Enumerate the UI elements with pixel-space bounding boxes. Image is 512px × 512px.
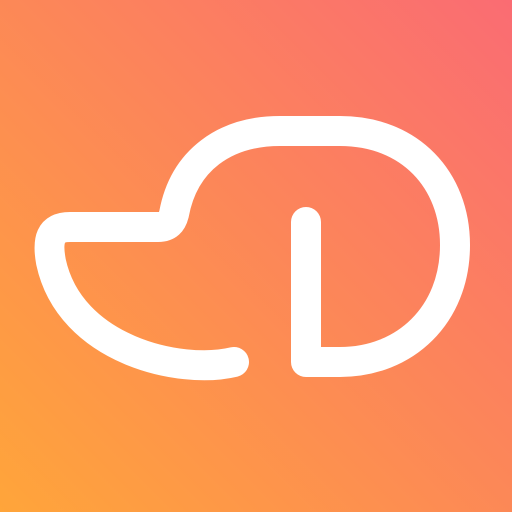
- app-icon-canvas: [0, 0, 512, 512]
- app-icon: [0, 0, 512, 512]
- gradient-background: [0, 0, 512, 512]
